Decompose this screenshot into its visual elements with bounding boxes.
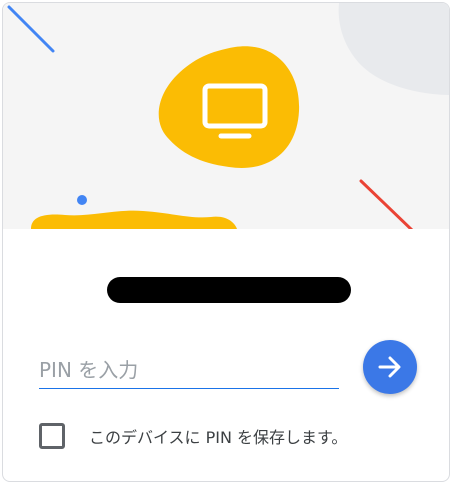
- redacted-name-bar: [107, 277, 351, 303]
- red-line-decoration: [359, 179, 414, 229]
- save-pin-checkbox[interactable]: [39, 423, 65, 449]
- pin-input[interactable]: [39, 353, 339, 387]
- corner-shape: [338, 3, 449, 95]
- arrow-right-icon: [378, 356, 401, 378]
- submit-button[interactable]: [363, 340, 417, 394]
- pin-dialog: このデバイスに PIN を保存します。: [2, 2, 450, 482]
- blue-line-decoration: [7, 5, 55, 53]
- illustration-banner: [3, 3, 449, 229]
- save-pin-label[interactable]: このデバイスに PIN を保存します。: [89, 424, 347, 448]
- save-pin-row[interactable]: このデバイスに PIN を保存します。: [39, 421, 347, 451]
- blue-dot-decoration: [77, 195, 87, 205]
- yellow-blob: [158, 46, 300, 168]
- pin-input-field[interactable]: [39, 353, 339, 389]
- yellow-blob-bottom: [31, 210, 237, 229]
